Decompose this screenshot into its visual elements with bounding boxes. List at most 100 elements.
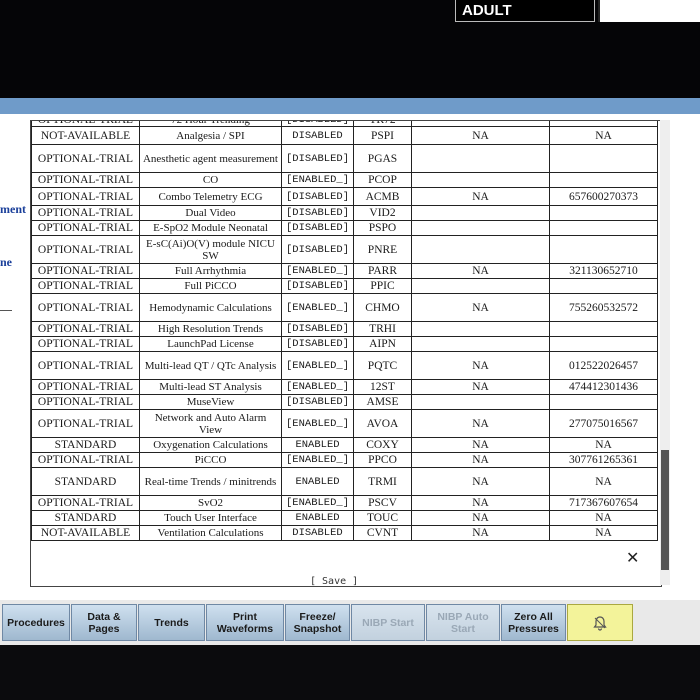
value-cell bbox=[411, 205, 550, 221]
status-cell: NOT-AVAILABLE bbox=[31, 525, 140, 541]
serial-cell bbox=[549, 278, 658, 294]
table-row[interactable]: STANDARD Real-time Trends / minitrends ENA… bbox=[31, 467, 658, 496]
serial-cell bbox=[549, 394, 658, 410]
state-cell: [DISABLED] bbox=[281, 205, 354, 221]
state-cell: [ENABLED_] bbox=[281, 293, 354, 322]
table-row[interactable]: STANDARD Oxygenation Calculations ENABLED C… bbox=[31, 437, 658, 453]
serial-cell bbox=[549, 144, 658, 173]
table-row[interactable]: OPTIONAL-TRIAL Multi-lead ST Analysis [ENA… bbox=[31, 379, 658, 395]
table-row[interactable]: OPTIONAL-TRIAL Network and Auto Alarm Vie… bbox=[31, 409, 658, 438]
value-cell: NA bbox=[411, 495, 550, 511]
table-row[interactable]: NOT-AVAILABLE Analgesia / SPI DISABLED PSPI… bbox=[31, 126, 658, 145]
table-row[interactable]: OPTIONAL-TRIAL Full Arrhythmia [ENABLED_] P… bbox=[31, 263, 658, 279]
serial-cell: NA bbox=[549, 126, 658, 145]
table-row[interactable]: OPTIONAL-TRIAL LaunchPad License [DISABLED… bbox=[31, 336, 658, 352]
feature-cell: High Resolution Trends bbox=[139, 321, 282, 337]
state-cell: ENABLED bbox=[281, 437, 354, 453]
table-row[interactable]: OPTIONAL-TRIAL E-SpO2 Module Neonatal [DIS… bbox=[31, 220, 658, 236]
button-2[interactable]: Trends bbox=[138, 604, 205, 641]
state-cell: [ENABLED_] bbox=[281, 263, 354, 279]
feature-cell: Analgesia / SPI bbox=[139, 126, 282, 145]
code-cell: AVOA bbox=[353, 409, 412, 438]
table-row[interactable]: OPTIONAL-TRIAL SvO2 [ENABLED_] PSCV NA 717367… bbox=[31, 495, 658, 511]
table-row[interactable]: NOT-AVAILABLE Ventilation Calculations DIS… bbox=[31, 525, 658, 541]
table-row[interactable]: OPTIONAL-TRIAL CO [ENABLED_] PCOP bbox=[31, 172, 658, 188]
feature-cell: MuseView bbox=[139, 394, 282, 410]
table-row[interactable]: OPTIONAL-TRIAL Full PiCCO [DISABLED] PPIC bbox=[31, 278, 658, 294]
code-cell: PSPI bbox=[353, 126, 412, 145]
feature-cell: Multi-lead ST Analysis bbox=[139, 379, 282, 395]
table-row[interactable]: OPTIONAL-TRIAL MuseView [DISABLED] AMSE bbox=[31, 394, 658, 410]
serial-cell: 474412301436 bbox=[549, 379, 658, 395]
scrollbar-thumb[interactable] bbox=[661, 450, 669, 570]
button-3[interactable]: Print Waveforms bbox=[206, 604, 284, 641]
table-row[interactable]: OPTIONAL-TRIAL Dual Video [DISABLED] VID2 bbox=[31, 205, 658, 221]
feature-cell: Multi-lead QT / QTc Analysis bbox=[139, 351, 282, 380]
status-cell: OPTIONAL-TRIAL bbox=[31, 409, 140, 438]
button-4[interactable]: Freeze/ Snapshot bbox=[285, 604, 350, 641]
serial-cell: 755260532572 bbox=[549, 293, 658, 322]
alarm-bell-icon bbox=[593, 615, 607, 631]
feature-cell: SvO2 bbox=[139, 495, 282, 511]
feature-cell: Combo Telemetry ECG bbox=[139, 187, 282, 206]
code-cell: COXY bbox=[353, 437, 412, 453]
status-cell: OPTIONAL-TRIAL bbox=[31, 452, 140, 468]
value-cell bbox=[411, 220, 550, 236]
value-cell: NA bbox=[411, 437, 550, 453]
feature-cell: Full PiCCO bbox=[139, 278, 282, 294]
button-7[interactable]: Zero All Pressures bbox=[501, 604, 566, 641]
feature-cell: Real-time Trends / minitrends bbox=[139, 467, 282, 496]
close-icon[interactable]: ✕ bbox=[626, 548, 639, 567]
patient-type-label[interactable]: ADULT bbox=[455, 0, 595, 22]
code-cell: CHMO bbox=[353, 293, 412, 322]
status-cell: STANDARD bbox=[31, 467, 140, 496]
value-cell: NA bbox=[411, 187, 550, 206]
value-cell bbox=[411, 278, 550, 294]
feature-cell: Anesthetic agent measurement bbox=[139, 144, 282, 173]
status-cell: OPTIONAL-TRIAL bbox=[31, 205, 140, 221]
table-row[interactable]: OPTIONAL-TRIAL Multi-lead QT / QTc Analys… bbox=[31, 351, 658, 380]
serial-cell: NA bbox=[549, 437, 658, 453]
state-cell: ENABLED bbox=[281, 467, 354, 496]
table-row[interactable]: OPTIONAL-TRIAL Combo Telemetry ECG [DISABL… bbox=[31, 187, 658, 206]
state-cell: DISABLED bbox=[281, 126, 354, 145]
status-cell: STANDARD bbox=[31, 437, 140, 453]
value-cell bbox=[411, 172, 550, 188]
feature-cell: Network and Auto Alarm View bbox=[139, 409, 282, 438]
value-cell: NA bbox=[411, 467, 550, 496]
table-row[interactable]: STANDARD Touch User Interface ENABLED TOUC N… bbox=[31, 510, 658, 526]
serial-cell: 321130652710 bbox=[549, 263, 658, 279]
save-button[interactable]: [ Save ] bbox=[310, 576, 358, 587]
table-scrollbar[interactable] bbox=[660, 120, 670, 585]
table-row[interactable]: OPTIONAL-TRIAL High Resolution Trends [DIS… bbox=[31, 321, 658, 337]
table-row[interactable]: OPTIONAL-TRIAL E-sC(Ai)O(V) module NICU S… bbox=[31, 235, 658, 264]
state-cell: ENABLED bbox=[281, 510, 354, 526]
sidebar-divider bbox=[0, 310, 12, 311]
code-cell: AMSE bbox=[353, 394, 412, 410]
value-cell bbox=[411, 321, 550, 337]
feature-cell: PiCCO bbox=[139, 452, 282, 468]
table-row[interactable]: OPTIONAL-TRIAL Anesthetic agent measureme… bbox=[31, 144, 658, 173]
feature-cell: LaunchPad License bbox=[139, 336, 282, 352]
alarm-silence-button[interactable] bbox=[567, 604, 633, 641]
serial-cell: 717367607654 bbox=[549, 495, 658, 511]
table-row[interactable]: OPTIONAL-TRIAL PiCCO [ENABLED_] PPCO NA 30776… bbox=[31, 452, 658, 468]
feature-cell: Hemodynamic Calculations bbox=[139, 293, 282, 322]
code-cell: TOUC bbox=[353, 510, 412, 526]
value-cell: NA bbox=[411, 452, 550, 468]
feature-cell: Dual Video bbox=[139, 205, 282, 221]
sidebar-edge: ment ne bbox=[0, 114, 30, 600]
status-cell: OPTIONAL-TRIAL bbox=[31, 379, 140, 395]
serial-cell: NA bbox=[549, 467, 658, 496]
feature-cell: Full Arrhythmia bbox=[139, 263, 282, 279]
state-cell: [DISABLED] bbox=[281, 321, 354, 337]
feature-cell: E-SpO2 Module Neonatal bbox=[139, 220, 282, 236]
state-cell: [ENABLED_] bbox=[281, 452, 354, 468]
value-cell bbox=[411, 235, 550, 264]
table-row[interactable]: OPTIONAL-TRIAL Hemodynamic Calculations [E… bbox=[31, 293, 658, 322]
state-cell: [DISABLED] bbox=[281, 235, 354, 264]
button-0[interactable]: Procedures bbox=[2, 604, 70, 641]
code-cell: PSCV bbox=[353, 495, 412, 511]
value-cell: NA bbox=[411, 263, 550, 279]
button-1[interactable]: Data & Pages bbox=[71, 604, 137, 641]
